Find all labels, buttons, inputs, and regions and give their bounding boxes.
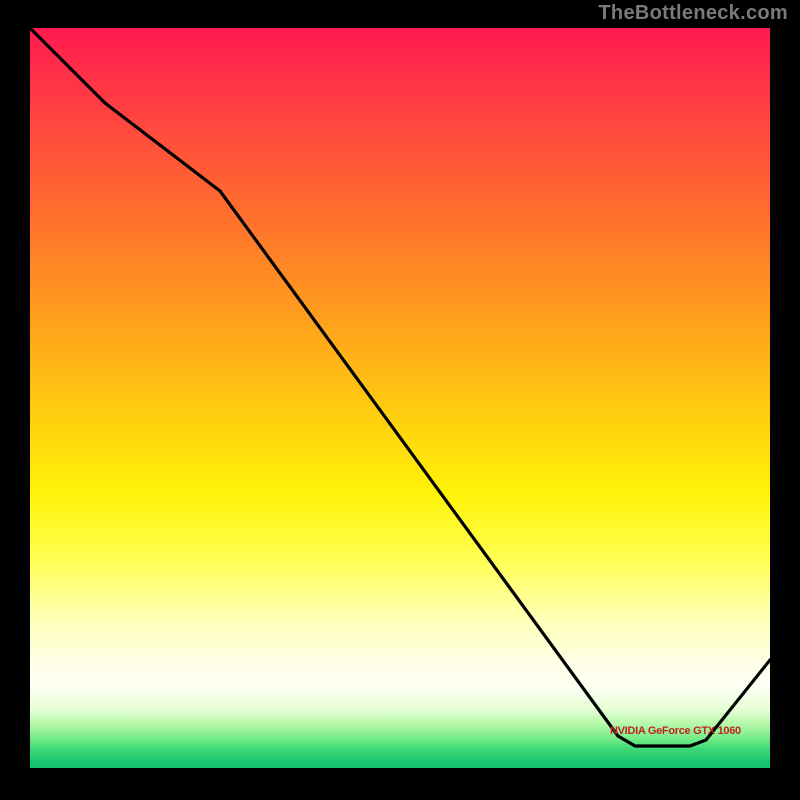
watermark-text: TheBottleneck.com: [598, 2, 788, 25]
chart-frame: TheBottleneck.com NVIDIA GeForce GTX 106…: [0, 0, 800, 800]
bottleneck-curve: [30, 28, 770, 768]
plot-area: NVIDIA GeForce GTX 1060: [30, 28, 770, 768]
optimal-gpu-label: NVIDIA GeForce GTX 1060: [610, 725, 741, 737]
